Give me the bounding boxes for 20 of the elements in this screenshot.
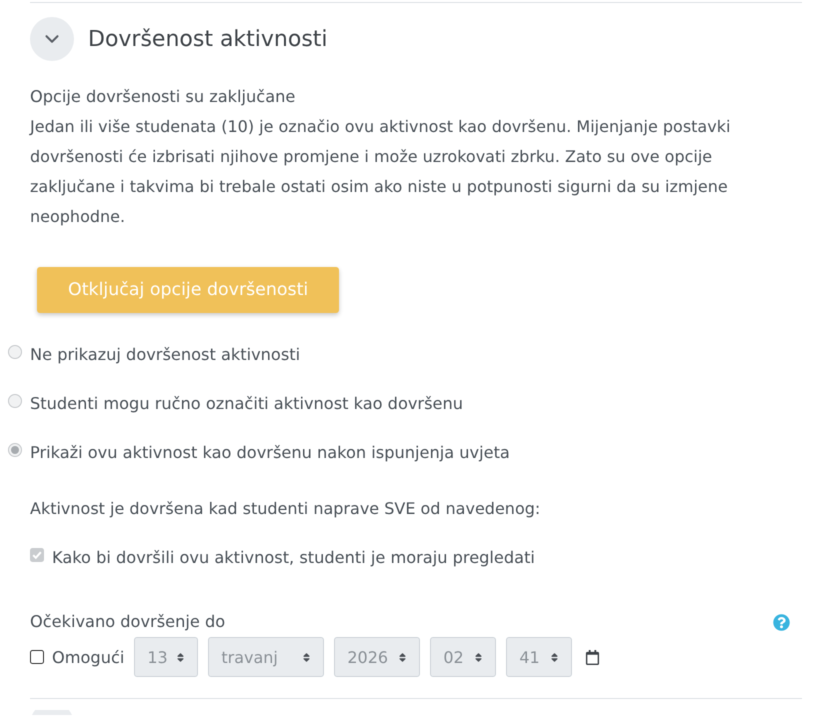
- sort-caret-icon: [301, 652, 312, 662]
- collapse-button[interactable]: [30, 17, 74, 61]
- sort-caret-icon: [473, 652, 484, 662]
- conditions-heading: Aktivnost je dovršena kad studenti naprave SVE od navedenog:: [30, 498, 542, 520]
- help-icon[interactable]: [773, 614, 790, 630]
- calendar-icon[interactable]: [585, 650, 600, 664]
- checkbox-label: Omogući: [52, 648, 124, 666]
- checkbox[interactable]: [30, 650, 44, 664]
- section-title: Dovršenost aktivnosti: [88, 26, 328, 52]
- radio-label: Studenti mogu ručno označiti aktivnost kao dovršenu: [30, 394, 463, 412]
- radio-label: Ne prikazuj dovršenost aktivnosti: [30, 344, 300, 364]
- field-label: Očekivano dovršenje do: [30, 611, 226, 633]
- sort-caret-icon: [397, 652, 408, 662]
- sort-caret-icon: [549, 652, 560, 662]
- unlock-button[interactable]: Otključaj opcije dovršenosti: [37, 267, 340, 313]
- sort-caret-icon: [175, 652, 186, 662]
- checkbox-label: Kako bi dovršili ovu aktivnost, studenti je moraju pregledati: [52, 548, 535, 566]
- lock-notice-text: Jedan ili više studenata (10) je označio ovu aktivnost kao dovršenu. Mijenjanje postavki dovršenosti će izbrisati njihove promjene i može uzrokovati zbrku. Zato su ove opcije zaključane i takvima bi trebale ostati osim ako niste u potpunosti sigurni da su izmjene neophodne.: [30, 116, 732, 228]
- radio-label: Prikaži ovu aktivnost kao dovršenu nakon ispunjenja uvjeta: [30, 442, 510, 462]
- lock-notice-heading: Opcije dovršenosti su zaključane: [30, 86, 296, 108]
